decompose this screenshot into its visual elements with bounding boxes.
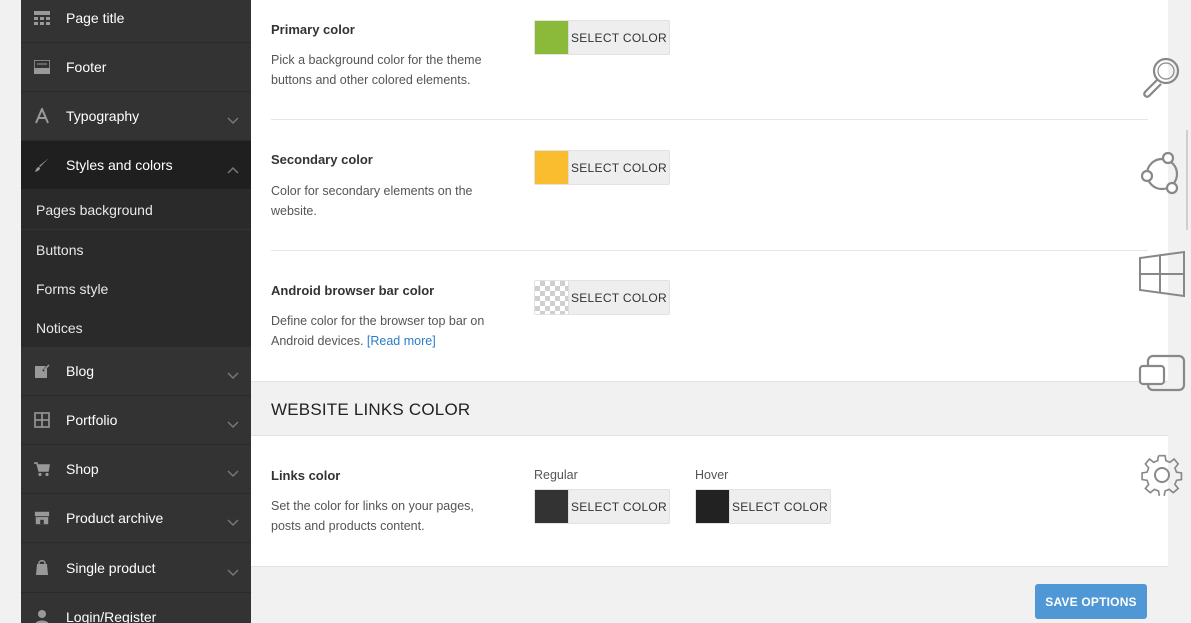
read-more-link[interactable]: [Read more] — [367, 334, 436, 348]
sidebar-item-label: Footer — [66, 59, 107, 75]
sidebar-item-page-title[interactable]: Page title — [21, 0, 251, 43]
divider — [271, 119, 1148, 120]
sidebar-item-label: Product archive — [66, 510, 164, 526]
sidebar-item-portfolio[interactable]: Portfolio — [21, 396, 251, 445]
section-title: WEBSITE LINKS COLOR — [271, 400, 471, 419]
sidebar-item-typography[interactable]: Typography — [21, 92, 251, 141]
page-title-icon — [34, 10, 50, 26]
select-color-label: SELECT COLOR — [570, 499, 668, 514]
sidebar-subitem-label: Pages background — [36, 201, 153, 218]
windows-icon[interactable] — [1138, 250, 1188, 300]
sidebar-item-styles-and-colors[interactable]: Styles and colors — [21, 141, 251, 190]
blog-icon — [34, 363, 50, 379]
user-icon — [34, 609, 50, 623]
primary-color-title: Primary color — [271, 22, 355, 37]
sidebar-subitem-label: Forms style — [36, 280, 109, 297]
sidebar-item-label: Portfolio — [66, 412, 118, 428]
sidebar-subitem-label: Notices — [36, 319, 83, 336]
sidebar-subitem-forms-style[interactable]: Forms style — [21, 269, 251, 309]
footer-icon — [34, 59, 50, 75]
sidebar-subitem-buttons[interactable]: Buttons — [21, 230, 251, 270]
sidebar-item-label: Login/Register — [66, 609, 157, 623]
android-bar-color-title: Android browser bar color — [271, 283, 435, 298]
store-icon — [34, 510, 50, 526]
secondary-color-desc: Color for secondary elements on the webs… — [271, 184, 473, 218]
links-color-desc: Set the color for links on your pages, p… — [271, 499, 474, 533]
chevron-down-icon — [227, 416, 239, 429]
chevron-down-icon — [227, 514, 239, 527]
bag-icon — [34, 560, 50, 576]
transparent-swatch — [535, 281, 569, 314]
select-color-label: SELECT COLOR — [570, 160, 668, 175]
regular-label: Regular — [534, 468, 578, 482]
sidebar-item-product-archive[interactable]: Product archive — [21, 494, 251, 543]
save-options-button[interactable]: SAVE OPTIONS — [1035, 584, 1147, 619]
chevron-down-icon — [227, 465, 239, 478]
sidebar-subitem-notices[interactable]: Notices — [21, 308, 251, 348]
links-color-title: Links color — [271, 468, 341, 483]
sidebar-subitem-pages-background[interactable]: Pages background — [21, 190, 251, 230]
regular-link-color-picker-button[interactable]: SELECT COLOR — [534, 489, 670, 524]
regular-link-color-swatch — [535, 490, 569, 523]
chevron-up-icon — [227, 161, 239, 174]
sidebar: Page title Footer Typography Styles and … — [21, 0, 251, 623]
sidebar-subitem-label: Buttons — [36, 241, 84, 258]
android-bar-color-desc: Define color for the browser top bar on … — [271, 311, 511, 351]
section-header: WEBSITE LINKS COLOR — [251, 381, 1168, 436]
hover-link-color-swatch — [696, 490, 730, 523]
sidebar-item-label: Single product — [66, 560, 156, 576]
portfolio-icon — [34, 412, 50, 428]
sidebar-item-label: Blog — [66, 363, 95, 379]
secondary-color-title: Secondary color — [271, 152, 373, 167]
secondary-color-swatch — [535, 151, 569, 184]
primary-color-swatch — [535, 21, 569, 54]
sidebar-item-shop[interactable]: Shop — [21, 445, 251, 494]
scrollbar[interactable] — [1186, 130, 1188, 230]
search-icon[interactable] — [1138, 52, 1188, 102]
brush-icon — [34, 157, 50, 173]
sidebar-item-login-register[interactable]: Login/Register — [21, 593, 251, 623]
share-icon[interactable] — [1138, 148, 1188, 198]
left-gutter — [0, 0, 21, 623]
primary-color-picker-button[interactable]: SELECT COLOR — [534, 20, 670, 55]
select-color-label: SELECT COLOR — [570, 290, 668, 305]
gear-icon[interactable] — [1138, 450, 1188, 500]
divider — [271, 250, 1148, 251]
sidebar-item-blog[interactable]: Blog — [21, 347, 251, 396]
hover-link-color-picker-button[interactable]: SELECT COLOR — [695, 489, 831, 524]
cart-icon — [34, 461, 50, 477]
devices-icon[interactable] — [1138, 350, 1188, 400]
android-bar-color-picker-button[interactable]: SELECT COLOR — [534, 280, 670, 315]
secondary-color-picker-button[interactable]: SELECT COLOR — [534, 150, 670, 185]
options-panel: Primary color Pick a background color fo… — [251, 0, 1168, 623]
sidebar-item-label: Styles and colors — [66, 157, 173, 173]
sidebar-item-label: Shop — [66, 461, 99, 477]
right-toolbar — [1138, 0, 1191, 623]
sidebar-item-label: Typography — [66, 108, 140, 124]
chevron-down-icon — [227, 564, 239, 577]
select-color-label: SELECT COLOR — [731, 499, 829, 514]
chevron-down-icon — [227, 367, 239, 380]
options-footer: SAVE OPTIONS — [251, 566, 1168, 623]
chevron-down-icon — [227, 112, 239, 125]
sidebar-item-label: Page title — [66, 10, 125, 26]
primary-color-desc: Pick a background color for the theme bu… — [271, 53, 482, 87]
sidebar-item-footer[interactable]: Footer — [21, 43, 251, 92]
typography-icon — [34, 108, 50, 124]
select-color-label: SELECT COLOR — [570, 30, 668, 45]
sidebar-item-single-product[interactable]: Single product — [21, 544, 251, 593]
hover-label: Hover — [695, 468, 729, 482]
